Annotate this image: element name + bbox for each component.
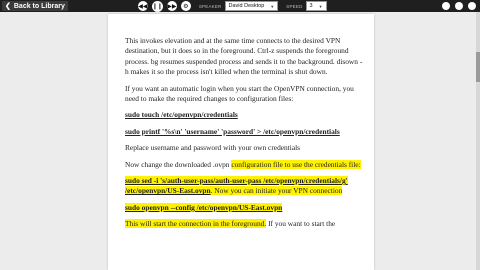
vertical-scrollbar[interactable]	[476, 12, 480, 270]
speed-select[interactable]: 3 ▼	[305, 1, 327, 11]
back-arrow-icon: ❮	[5, 3, 11, 10]
highlighted-command: sudo openvpn --config /etc/openvpn/US-Ea…	[125, 202, 283, 212]
chevron-down-icon: ▼	[270, 3, 275, 9]
paragraph: Now change the downloaded .ovpn configur…	[125, 159, 364, 170]
settings-icon[interactable]: ⚙	[180, 1, 191, 11]
speaker-select[interactable]: David Desktop ▼	[224, 1, 279, 11]
speed-label: SPEED	[286, 3, 303, 9]
fast-forward-icon[interactable]: ▶▶	[166, 1, 177, 11]
highlighted-text: configuration file to use the credential…	[231, 159, 361, 169]
command-line: sudo printf '%s\n' 'username' 'password'…	[125, 126, 340, 136]
rewind-icon[interactable]: ◀◀	[137, 1, 148, 11]
zoom-icon[interactable]	[442, 2, 450, 10]
scrollbar-thumb[interactable]	[476, 52, 480, 82]
paragraph-text: If you want to start the	[266, 219, 336, 229]
reader-toolbar: ❮ Back to Library ◀◀ ❙❙ ▶▶ ⚙ SPEAKER Dav…	[0, 0, 480, 12]
document-page: This invokes elevation and at the same t…	[108, 14, 374, 270]
paragraph: This invokes elevation and at the same t…	[125, 36, 363, 77]
bookmark-icon[interactable]	[455, 2, 463, 10]
back-to-library-label: Back to Library	[13, 2, 65, 10]
pause-icon[interactable]: ❙❙	[151, 0, 163, 12]
paragraph: sudo sed -i 's/auth-user-pass/auth-user-…	[125, 176, 364, 197]
paragraph-text: Now change the downloaded .ovpn	[125, 159, 232, 169]
highlighted-text: . Now you can initiate your VPN connecti…	[210, 186, 343, 196]
speaker-label: SPEAKER	[198, 3, 222, 9]
paragraph: If you want an automatic login when you …	[125, 83, 354, 104]
paragraph: sudo openvpn --config /etc/openvpn/US-Ea…	[125, 202, 364, 213]
command-line: sudo touch /etc/openvpn/credentials	[125, 110, 238, 120]
back-to-library-button[interactable]: ❮ Back to Library	[2, 1, 68, 11]
chevron-down-icon: ▼	[318, 3, 323, 9]
speaker-value: David Desktop	[228, 3, 265, 9]
highlighted-text: This will start the connection in the fo…	[125, 219, 267, 229]
paragraph: This will start the connection in the fo…	[125, 219, 364, 229]
paragraph: Replace username and password with your …	[125, 143, 301, 153]
document-content: This invokes elevation and at the same t…	[108, 14, 374, 230]
close-icon[interactable]	[468, 2, 476, 10]
speed-value: 3	[309, 3, 313, 9]
